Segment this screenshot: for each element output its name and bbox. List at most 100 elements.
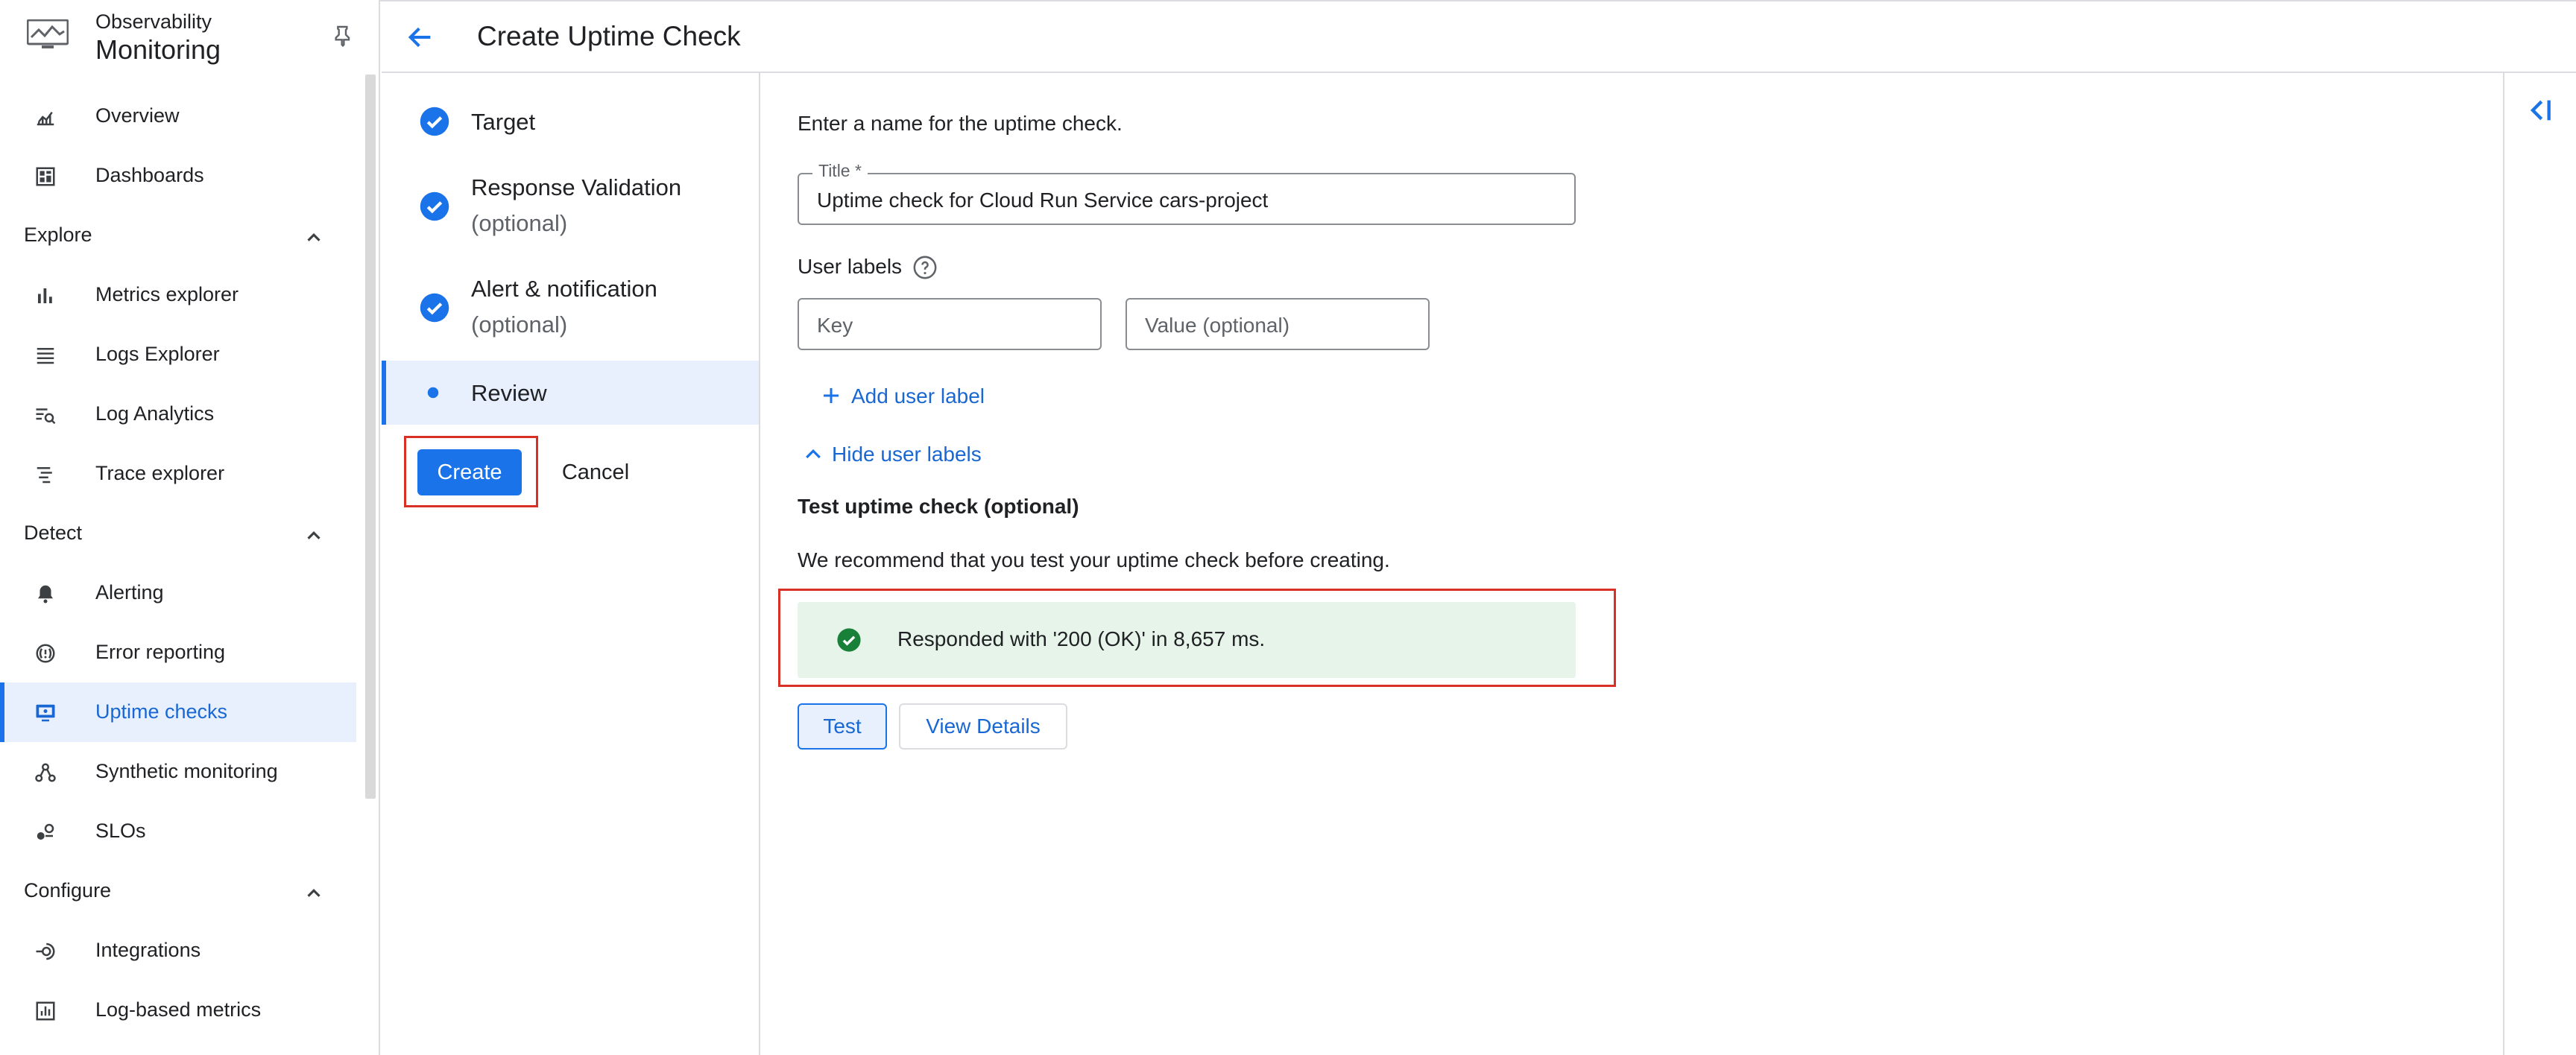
section-label: Configure <box>24 879 112 902</box>
chart-line-icon <box>37 112 54 126</box>
check-circle-icon <box>837 628 861 652</box>
page-header: Create Uptime Check <box>382 1 2576 73</box>
sidebar-item-label: Uptime checks <box>95 700 228 723</box>
form-panel: Enter a name for the uptime check. Title… <box>760 73 2504 1055</box>
right-rail <box>2503 73 2576 1055</box>
section-explore[interactable]: Explore <box>0 206 356 265</box>
step-label: Response Validation <box>471 174 682 200</box>
monitoring-logo-icon <box>27 19 69 48</box>
synthetic-icon <box>35 763 56 782</box>
test-result-text: Responded with '200 (OK)' in 8,657 ms. <box>897 627 1266 650</box>
chevron-up-icon <box>806 449 821 459</box>
step-sublabel: (optional) <box>471 311 568 338</box>
sidebar-item-label: Dashboards <box>95 164 204 186</box>
sidebar-item-label: Alerting <box>95 581 164 603</box>
sidebar-item-error-reporting[interactable]: Error reporting <box>0 623 356 682</box>
sidebar-item-overview[interactable]: Overview <box>0 86 356 146</box>
chevron-up-icon <box>307 889 321 897</box>
collapse-panel-icon[interactable] <box>2525 95 2555 125</box>
sidebar-item-dashboards[interactable]: Dashboards <box>0 146 356 206</box>
sidebar-item-log-analytics[interactable]: Log Analytics <box>0 384 356 444</box>
add-user-label-button[interactable]: Add user label <box>820 381 1014 411</box>
dashboard-icon <box>36 167 55 186</box>
stepper: Target Response Validation (optional) Al… <box>382 73 760 1055</box>
step-sublabel: (optional) <box>471 210 568 236</box>
step-alert-notification[interactable]: Alert & notification (optional) <box>382 268 759 350</box>
slo-icon <box>37 823 54 840</box>
section-label: Detect <box>24 522 83 544</box>
plus-icon <box>824 388 839 403</box>
test-button[interactable]: Test <box>798 703 887 750</box>
list-icon <box>37 348 54 364</box>
recommend-text: We recommend that you test your uptime c… <box>798 548 1390 571</box>
test-section-heading: Test uptime check (optional) <box>798 495 1079 518</box>
key-field[interactable] <box>798 298 1102 350</box>
value-field[interactable] <box>1126 298 1430 350</box>
sidebar-item-uptime-checks[interactable]: Uptime checks <box>0 682 356 742</box>
step-label: Alert & notification <box>471 276 657 302</box>
title-field[interactable]: Title * <box>798 161 1576 225</box>
key-input[interactable] <box>815 311 1087 340</box>
sidebar-item-alerting[interactable]: Alerting <box>0 563 356 623</box>
bell-icon <box>38 585 53 603</box>
pin-icon[interactable] <box>331 24 355 48</box>
sidebar-item-integrations[interactable]: Integrations <box>0 921 356 980</box>
product-name: Monitoring <box>95 34 221 65</box>
section-label: Explore <box>24 224 92 246</box>
sidebar-item-label: Integrations <box>95 939 201 961</box>
sidebar-item-label: Log Analytics <box>95 402 215 425</box>
sidebar-item-trace-explorer[interactable]: Trace explorer <box>0 444 356 504</box>
step-label: Review <box>471 380 547 406</box>
create-button[interactable]: Create <box>417 449 522 495</box>
user-labels-heading: User labels <box>798 255 903 278</box>
add-user-label-text: Add user label <box>851 384 985 408</box>
check-circle-icon <box>420 107 449 136</box>
sidebar-item-label: Overview <box>95 104 180 127</box>
chevron-up-icon <box>307 531 321 539</box>
hide-user-labels-text: Hide user labels <box>832 443 982 466</box>
help-icon[interactable] <box>912 255 938 280</box>
sidebar-item-label: Trace explorer <box>95 462 225 484</box>
sidebar-item-label: Synthetic monitoring <box>95 760 278 782</box>
hide-user-labels-button[interactable]: Hide user labels <box>802 440 1026 469</box>
sidebar-item-label: SLOs <box>95 820 146 842</box>
sidebar-item-log-based-metrics[interactable]: Log-based metrics <box>0 980 356 1040</box>
error-reporting-icon <box>36 644 55 663</box>
monitor-icon <box>36 704 55 722</box>
sidebar: Observability Monitoring Overview Dashbo… <box>0 0 380 1055</box>
search-list-icon <box>36 408 56 425</box>
step-response-validation[interactable]: Response Validation (optional) <box>382 167 759 249</box>
integrations-icon <box>36 942 55 960</box>
step-target[interactable]: Target <box>382 98 759 143</box>
sidebar-item-metrics-explorer[interactable]: Metrics explorer <box>0 265 356 325</box>
title-input[interactable] <box>815 186 1556 215</box>
back-arrow-icon[interactable] <box>405 22 435 52</box>
cancel-button[interactable]: Cancel <box>547 449 644 495</box>
bar-chart-icon <box>38 288 52 303</box>
chevron-up-icon <box>307 233 321 241</box>
check-circle-icon <box>420 191 449 221</box>
step-review[interactable]: Review <box>382 361 759 425</box>
page-title: Create Uptime Check <box>477 21 741 51</box>
sidebar-item-slos[interactable]: SLOs <box>0 802 356 861</box>
sidebar-item-label: Metrics explorer <box>95 283 239 305</box>
intro-text: Enter a name for the uptime check. <box>798 112 1123 135</box>
sidebar-item-logs-explorer[interactable]: Logs Explorer <box>0 325 356 384</box>
section-configure[interactable]: Configure <box>0 861 356 921</box>
sidebar-item-label: Error reporting <box>95 641 226 663</box>
current-step-dot-icon <box>427 387 439 399</box>
sidebar-item-label: Logs Explorer <box>95 343 220 365</box>
value-input[interactable] <box>1143 311 1415 340</box>
sidebar-item-label: Log-based metrics <box>95 998 262 1021</box>
step-label: Target <box>471 109 536 135</box>
log-metrics-icon <box>36 1001 55 1021</box>
sidebar-scrollbar[interactable] <box>365 75 376 799</box>
title-field-label: Title * <box>812 161 868 181</box>
view-details-button[interactable]: View Details <box>899 703 1067 750</box>
test-result-banner: Responded with '200 (OK)' in 8,657 ms. <box>798 602 1576 678</box>
check-circle-icon <box>420 293 449 323</box>
section-detect[interactable]: Detect <box>0 504 356 563</box>
product-overline: Observability <box>95 10 212 33</box>
trace-icon <box>37 467 52 484</box>
sidebar-item-synthetic-monitoring[interactable]: Synthetic monitoring <box>0 742 356 802</box>
